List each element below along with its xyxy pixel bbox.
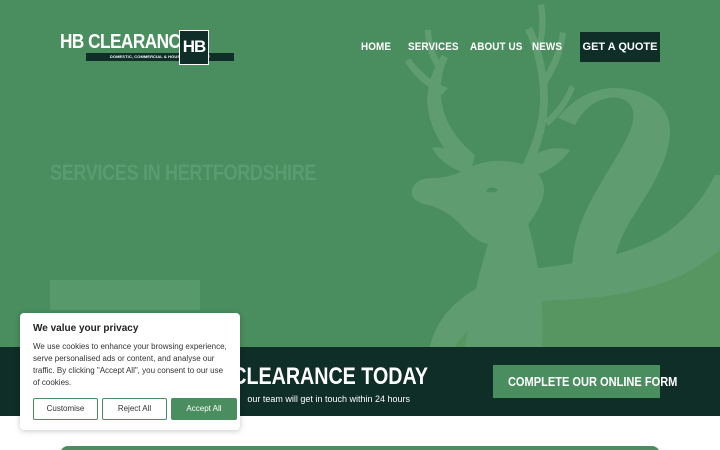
nav-about-us[interactable]: ABOUT US: [470, 38, 522, 56]
cookie-title: We value your privacy: [33, 323, 139, 334]
hero-button[interactable]: [50, 280, 200, 310]
cookie-consent-dialog: We value your privacy We use cookies to …: [20, 313, 240, 430]
nav-services[interactable]: SERVICES: [408, 38, 459, 56]
get-a-quote-button[interactable]: GET A QUOTE: [580, 32, 660, 62]
logo-wordmark: HB CLEARANCE: [60, 31, 192, 53]
accept-all-button[interactable]: Accept All: [171, 398, 237, 420]
site-logo[interactable]: HB CLEARANCE DOMESTIC, COMMERCIAL & HOUS…: [60, 29, 234, 66]
hero-section: HB CLEARANCE DOMESTIC, COMMERCIAL & HOUS…: [0, 0, 720, 347]
online-form-button[interactable]: COMPLETE OUR ONLINE FORM: [493, 365, 677, 398]
nav-home[interactable]: HOME: [361, 38, 391, 56]
reject-all-button[interactable]: Reject All: [102, 398, 167, 420]
online-form-button-label: COMPLETE OUR ONLINE FORM: [507, 374, 678, 389]
cookie-description: We use cookies to enhance your browsing …: [33, 342, 227, 387]
logo-tagline: DOMESTIC, COMMERCIAL & HOUSE CLEARANCE: [86, 53, 234, 61]
hero-title: SERVICES IN HERTFORDSHIRE: [50, 160, 317, 185]
content-card-edge: [60, 446, 660, 450]
customise-button[interactable]: Customise: [33, 398, 98, 420]
nav-news[interactable]: NEWS: [532, 38, 562, 56]
logo-badge: HB: [179, 30, 209, 65]
